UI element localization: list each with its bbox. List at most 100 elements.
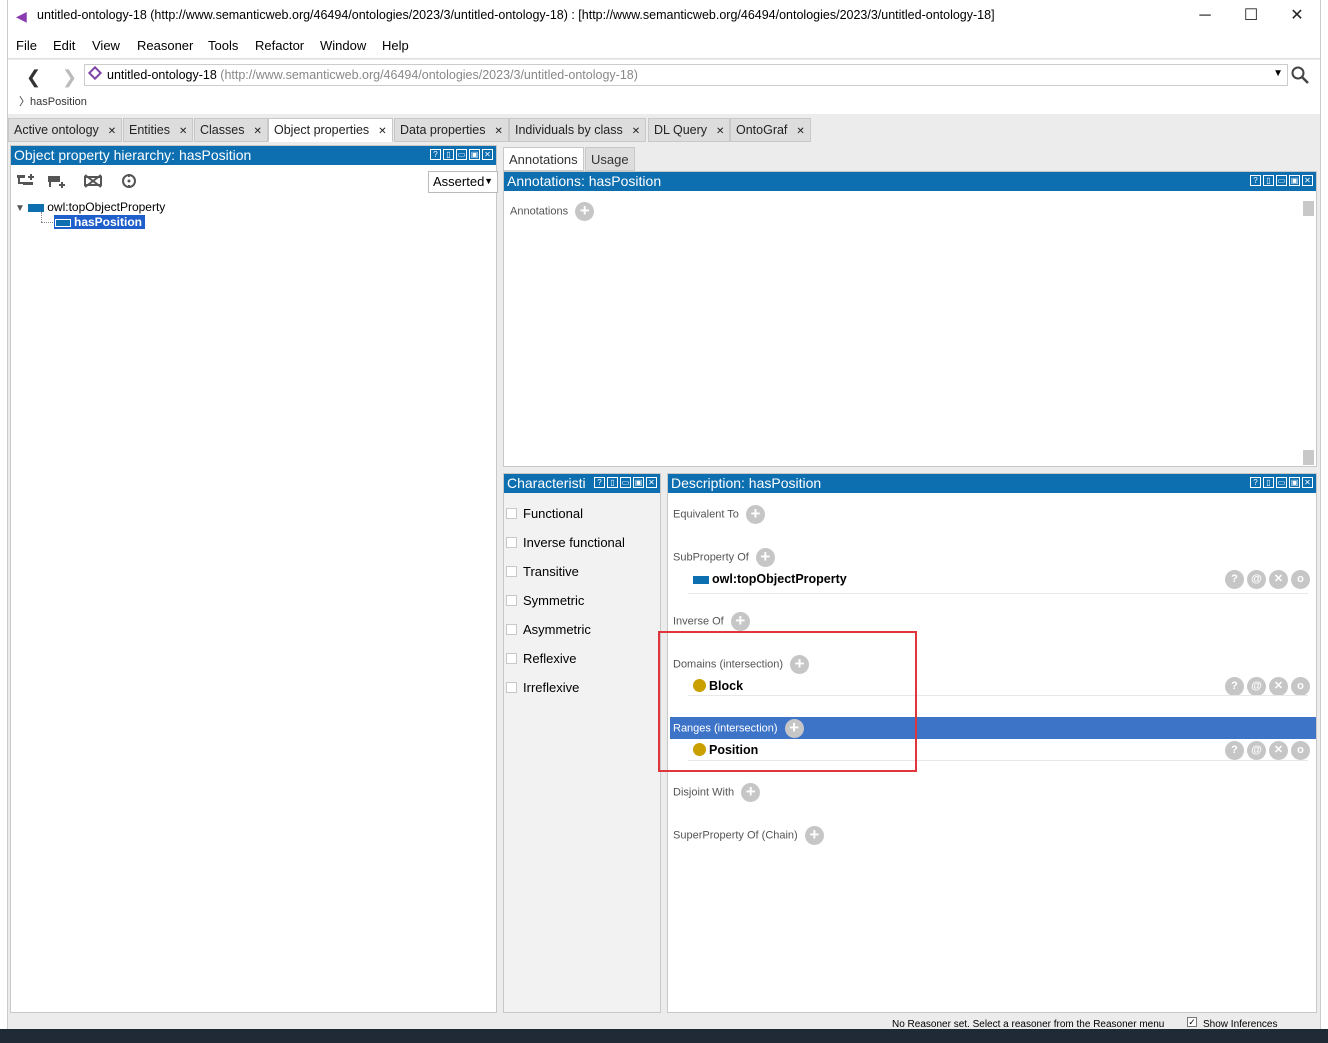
tab-individuals-by-class[interactable]: Individuals by class ✕: [509, 118, 647, 142]
tab-active-ontology[interactable]: Active ontology ✕: [8, 118, 123, 142]
delete-property-icon[interactable]: [83, 173, 103, 189]
menu-help[interactable]: Help: [382, 38, 409, 53]
tree-node-selected[interactable]: hasPosition: [54, 215, 146, 229]
add-equivalent-button[interactable]: +: [745, 505, 765, 524]
explain-icon[interactable]: ?: [1225, 570, 1244, 589]
edit-icon[interactable]: o: [1291, 570, 1310, 589]
close-tab-icon[interactable]: ✕: [108, 126, 116, 137]
help-icon[interactable]: ?: [430, 149, 441, 160]
transitive-checkbox[interactable]: Transitive: [506, 564, 579, 579]
add-range-button[interactable]: +: [784, 719, 804, 738]
maximize-button[interactable]: ☐: [1228, 0, 1274, 32]
add-chain-button[interactable]: +: [804, 826, 824, 845]
tab-usage[interactable]: Usage: [585, 147, 635, 171]
float-icon[interactable]: ▣: [469, 149, 480, 160]
breadcrumb[interactable]: 〉hasPosition: [19, 93, 87, 109]
tab-entities[interactable]: Entities ✕: [123, 118, 194, 142]
asymmetric-checkbox[interactable]: Asymmetric: [506, 622, 591, 637]
annotate-icon[interactable]: @: [1247, 741, 1266, 760]
explain-icon[interactable]: ?: [1225, 677, 1244, 696]
float-icon[interactable]: ▣: [1289, 477, 1300, 488]
tab-classes[interactable]: Classes ✕: [194, 118, 268, 142]
chevron-down-icon[interactable]: ▼: [1273, 68, 1283, 79]
edit-icon[interactable]: o: [1291, 677, 1310, 696]
delete-icon[interactable]: ✕: [1269, 741, 1288, 760]
split-vertical-icon[interactable]: ▯: [443, 149, 454, 160]
add-disjoint-button[interactable]: +: [741, 783, 761, 802]
close-tab-icon[interactable]: ✕: [378, 126, 386, 137]
add-subproperty-button[interactable]: +: [755, 548, 775, 567]
forward-arrow-icon[interactable]: ❯: [62, 67, 77, 88]
delete-icon[interactable]: ✕: [1269, 677, 1288, 696]
help-icon[interactable]: ?: [1250, 175, 1261, 186]
close-view-icon[interactable]: ✕: [482, 149, 493, 160]
menu-window[interactable]: Window: [320, 38, 366, 53]
close-tab-icon[interactable]: ✕: [796, 126, 804, 137]
close-tab-icon[interactable]: ✕: [632, 126, 640, 137]
help-icon[interactable]: ?: [1250, 477, 1261, 488]
menu-reasoner[interactable]: Reasoner: [137, 38, 193, 53]
close-view-icon[interactable]: ✕: [1302, 477, 1313, 488]
minimize-button[interactable]: ─: [1182, 0, 1228, 32]
split-horizontal-icon[interactable]: ▭: [456, 149, 467, 160]
ontology-selector[interactable]: untitled-ontology-18 (http://www.semanti…: [84, 64, 1288, 86]
float-icon[interactable]: ▣: [633, 477, 644, 488]
search-icon[interactable]: [1291, 66, 1309, 84]
irreflexive-checkbox[interactable]: Irreflexive: [506, 680, 579, 695]
close-view-icon[interactable]: ✕: [1302, 175, 1313, 186]
close-tab-icon[interactable]: ✕: [179, 126, 187, 137]
breadcrumb-item[interactable]: hasPosition: [30, 96, 87, 108]
find-usage-icon[interactable]: [119, 173, 139, 189]
close-tab-icon[interactable]: ✕: [494, 126, 502, 137]
subproperty-entry[interactable]: owl:topObjectProperty: [693, 572, 847, 586]
expand-triangle-icon[interactable]: ▼: [15, 203, 25, 214]
menu-file[interactable]: File: [16, 38, 37, 53]
annotate-icon[interactable]: @: [1247, 570, 1266, 589]
edit-icon[interactable]: o: [1291, 741, 1310, 760]
tab-dl-query[interactable]: DL Query ✕: [648, 118, 731, 142]
scrollbar-bottom[interactable]: [1303, 450, 1314, 465]
float-icon[interactable]: ▣: [1289, 175, 1300, 186]
split-vertical-icon[interactable]: ▯: [1263, 477, 1274, 488]
explain-icon[interactable]: ?: [1225, 741, 1244, 760]
delete-icon[interactable]: ✕: [1269, 570, 1288, 589]
add-sibling-property-icon[interactable]: [47, 173, 67, 189]
menu-view[interactable]: View: [92, 38, 120, 53]
tab-annotations[interactable]: Annotations: [503, 147, 584, 171]
show-inferences-checkbox[interactable]: ✓: [1187, 1017, 1197, 1027]
help-icon[interactable]: ?: [594, 477, 605, 488]
split-horizontal-icon[interactable]: ▭: [1276, 175, 1287, 186]
menu-refactor[interactable]: Refactor: [255, 38, 304, 53]
inverse-functional-checkbox[interactable]: Inverse functional: [506, 535, 625, 550]
characteristics-panel: Characteristi ? ▯ ▭ ▣ ✕ Functional Inver…: [503, 473, 661, 1013]
add-inverse-button[interactable]: +: [730, 612, 750, 631]
close-view-icon[interactable]: ✕: [646, 477, 657, 488]
domain-entry[interactable]: Block: [693, 679, 743, 693]
split-vertical-icon[interactable]: ▯: [607, 477, 618, 488]
scrollbar-top[interactable]: [1303, 201, 1314, 216]
add-subproperty-icon[interactable]: [16, 173, 36, 189]
reflexive-checkbox[interactable]: Reflexive: [506, 651, 576, 666]
split-horizontal-icon[interactable]: ▭: [1276, 477, 1287, 488]
symmetric-checkbox[interactable]: Symmetric: [506, 593, 584, 608]
tree-node-root[interactable]: ▼ owl:topObjectProperty: [15, 200, 165, 214]
close-tab-icon[interactable]: ✕: [716, 126, 724, 137]
close-tab-icon[interactable]: ✕: [253, 126, 261, 137]
annotate-icon[interactable]: @: [1247, 677, 1266, 696]
tab-object-properties[interactable]: Object properties ✕: [268, 118, 393, 142]
equivalent-to-section: Equivalent To +: [673, 505, 765, 524]
close-window-button[interactable]: ✕: [1274, 0, 1320, 32]
add-domain-button[interactable]: +: [790, 655, 810, 674]
split-vertical-icon[interactable]: ▯: [1263, 175, 1274, 186]
back-arrow-icon[interactable]: ❮: [26, 67, 41, 88]
tab-data-properties[interactable]: Data properties ✕: [394, 118, 509, 142]
functional-checkbox[interactable]: Functional: [506, 506, 583, 521]
range-entry[interactable]: Position: [693, 743, 758, 757]
tab-ontograf[interactable]: OntoGraf ✕: [730, 118, 811, 142]
split-horizontal-icon[interactable]: ▭: [620, 477, 631, 488]
menu-tools[interactable]: Tools: [208, 38, 238, 53]
hierarchy-mode-select[interactable]: Asserted ▼: [428, 171, 498, 193]
add-annotation-button[interactable]: +: [575, 202, 595, 221]
domains-section: Domains (intersection) +: [673, 655, 810, 674]
menu-edit[interactable]: Edit: [53, 38, 75, 53]
